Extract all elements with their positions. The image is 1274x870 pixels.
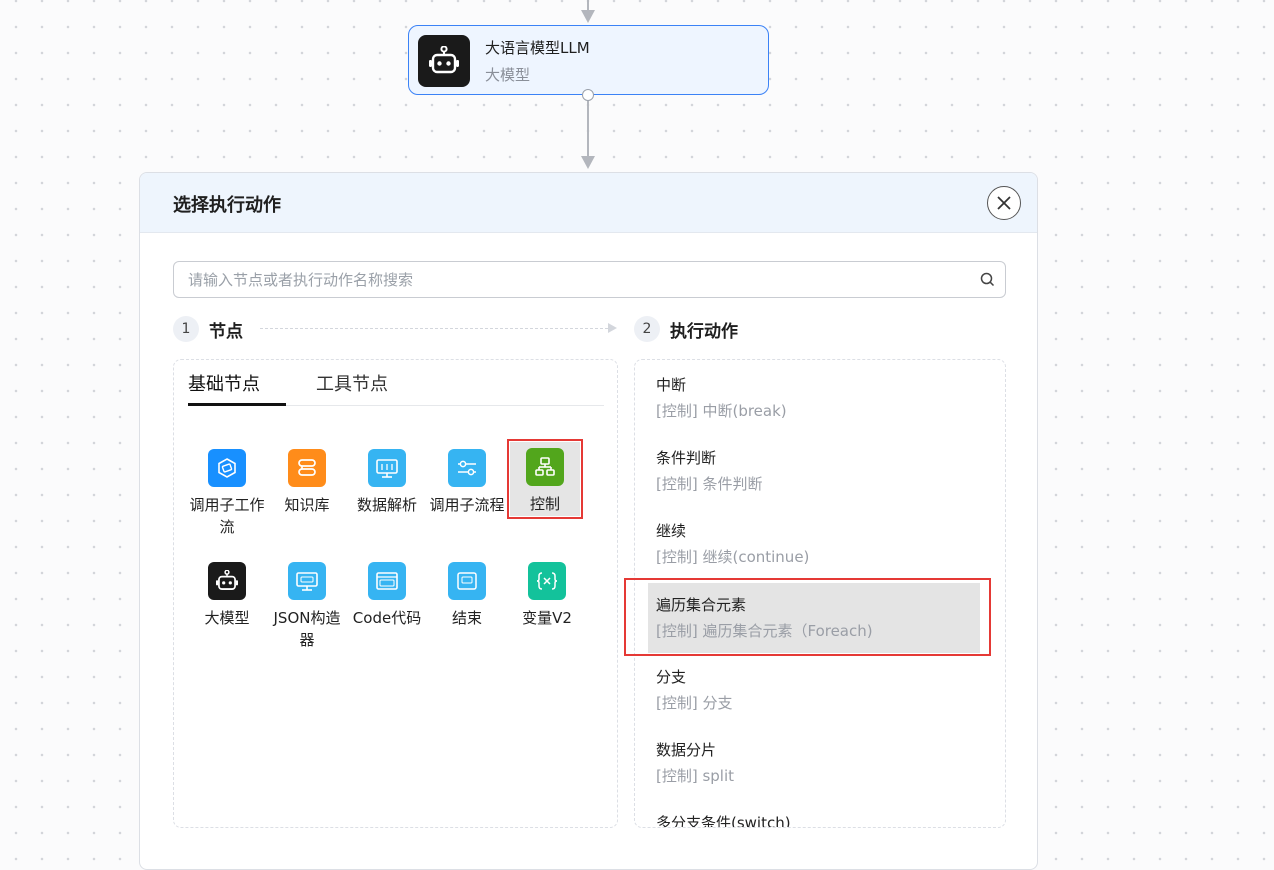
action-item-break[interactable]: 中断 [控制] 中断(break)	[648, 369, 980, 439]
node-item-json-builder[interactable]: JSON构造器	[268, 562, 346, 651]
action-item-condition[interactable]: 条件判断 [控制] 条件判断	[648, 442, 980, 512]
subprocess-icon	[448, 449, 486, 487]
knowledge-base-icon	[288, 449, 326, 487]
code-icon	[368, 562, 406, 600]
node-label: 数据解析	[356, 496, 417, 514]
node-item-code[interactable]: Code代码	[348, 562, 426, 629]
node-label: Code代码	[352, 609, 422, 627]
node-label: JSON构造器	[273, 609, 341, 649]
action-name: 条件判断	[656, 449, 717, 467]
node-label: 知识库	[284, 496, 330, 514]
connector-line-middle	[587, 101, 589, 157]
select-action-dialog: 选择执行动作 1 节点 2 执行动作 基础节点 工具节点	[139, 172, 1038, 870]
node-item-subprocess[interactable]: 调用子流程	[428, 449, 506, 516]
control-icon	[526, 448, 564, 486]
action-desc: [控制] 条件判断	[656, 475, 763, 493]
action-name: 继续	[656, 522, 687, 540]
node-label: 控制	[529, 495, 560, 513]
step-number: 1	[173, 316, 199, 342]
action-item-continue[interactable]: 继续 [控制] 继续(continue)	[648, 515, 980, 585]
node-label: 调用子工作流	[189, 496, 265, 536]
llm-output-port[interactable]	[582, 89, 594, 101]
dialog-title: 选择执行动作	[173, 195, 281, 216]
step-label: 执行动作	[670, 321, 738, 342]
llm-node[interactable]: 大语言模型LLM 大模型	[408, 25, 769, 95]
action-item-switch[interactable]: 多分支条件(switch)	[648, 807, 980, 828]
node-item-subworkflow[interactable]: 调用子工作流	[188, 449, 266, 538]
step-number: 2	[634, 316, 660, 342]
action-name: 多分支条件(switch)	[656, 814, 791, 828]
json-builder-icon	[288, 562, 326, 600]
connector-arrow-middle	[581, 156, 595, 169]
step-nodes: 1 节点	[173, 316, 243, 342]
node-item-data-parse[interactable]: 数据解析	[348, 449, 426, 516]
action-name: 数据分片	[656, 741, 717, 759]
action-desc: [控制] 分支	[656, 694, 733, 712]
action-desc: [控制] 继续(continue)	[656, 548, 810, 566]
node-label: 调用子流程	[429, 496, 505, 514]
action-desc: [控制] split	[656, 767, 735, 785]
robot-icon	[208, 562, 246, 600]
search-icon[interactable]	[980, 272, 995, 287]
action-name: 中断	[656, 376, 687, 394]
node-item-llm[interactable]: 大模型	[188, 562, 266, 629]
tab-basic-nodes[interactable]: 基础节点	[188, 370, 260, 396]
active-tab-indicator	[188, 403, 286, 406]
step-connector-arrow	[608, 323, 617, 333]
tab-tool-nodes[interactable]: 工具节点	[316, 370, 388, 396]
subworkflow-icon	[208, 449, 246, 487]
node-tabs: 基础节点 工具节点	[188, 360, 604, 406]
llm-node-subtitle: 大模型	[485, 66, 531, 84]
connector-arrow-top	[581, 10, 595, 23]
search-input[interactable]	[188, 268, 968, 292]
close-icon	[997, 196, 1011, 210]
node-label: 变量V2	[522, 609, 572, 627]
llm-node-title: 大语言模型LLM	[485, 39, 590, 57]
highlight-box-foreach	[624, 578, 991, 656]
action-item-branch[interactable]: 分支 [控制] 分支	[648, 661, 980, 731]
node-item-variable-v2[interactable]: 变量V2	[508, 562, 586, 629]
action-item-split[interactable]: 数据分片 [控制] split	[648, 734, 980, 804]
step-connector-line	[260, 328, 608, 329]
close-button[interactable]	[987, 186, 1021, 220]
node-panel: 基础节点 工具节点 调用子工作流 知识库 数据解析 调用子流程 控制 大模型 J…	[173, 359, 618, 828]
dialog-header: 选择执行动作	[140, 173, 1037, 233]
api-end-icon	[448, 562, 486, 600]
node-item-end[interactable]: 结束	[428, 562, 506, 629]
step-label: 节点	[209, 321, 243, 342]
node-label: 结束	[451, 609, 482, 627]
action-desc: [控制] 中断(break)	[656, 402, 787, 420]
robot-icon	[418, 35, 470, 87]
node-item-knowledge-base[interactable]: 知识库	[268, 449, 346, 516]
node-label: 大模型	[204, 609, 250, 627]
action-name: 分支	[656, 668, 687, 686]
variable-icon	[528, 562, 566, 600]
node-item-control[interactable]: 控制	[507, 439, 583, 519]
data-parse-icon	[368, 449, 406, 487]
search-box	[173, 261, 1006, 298]
step-actions: 2 执行动作	[634, 316, 738, 342]
